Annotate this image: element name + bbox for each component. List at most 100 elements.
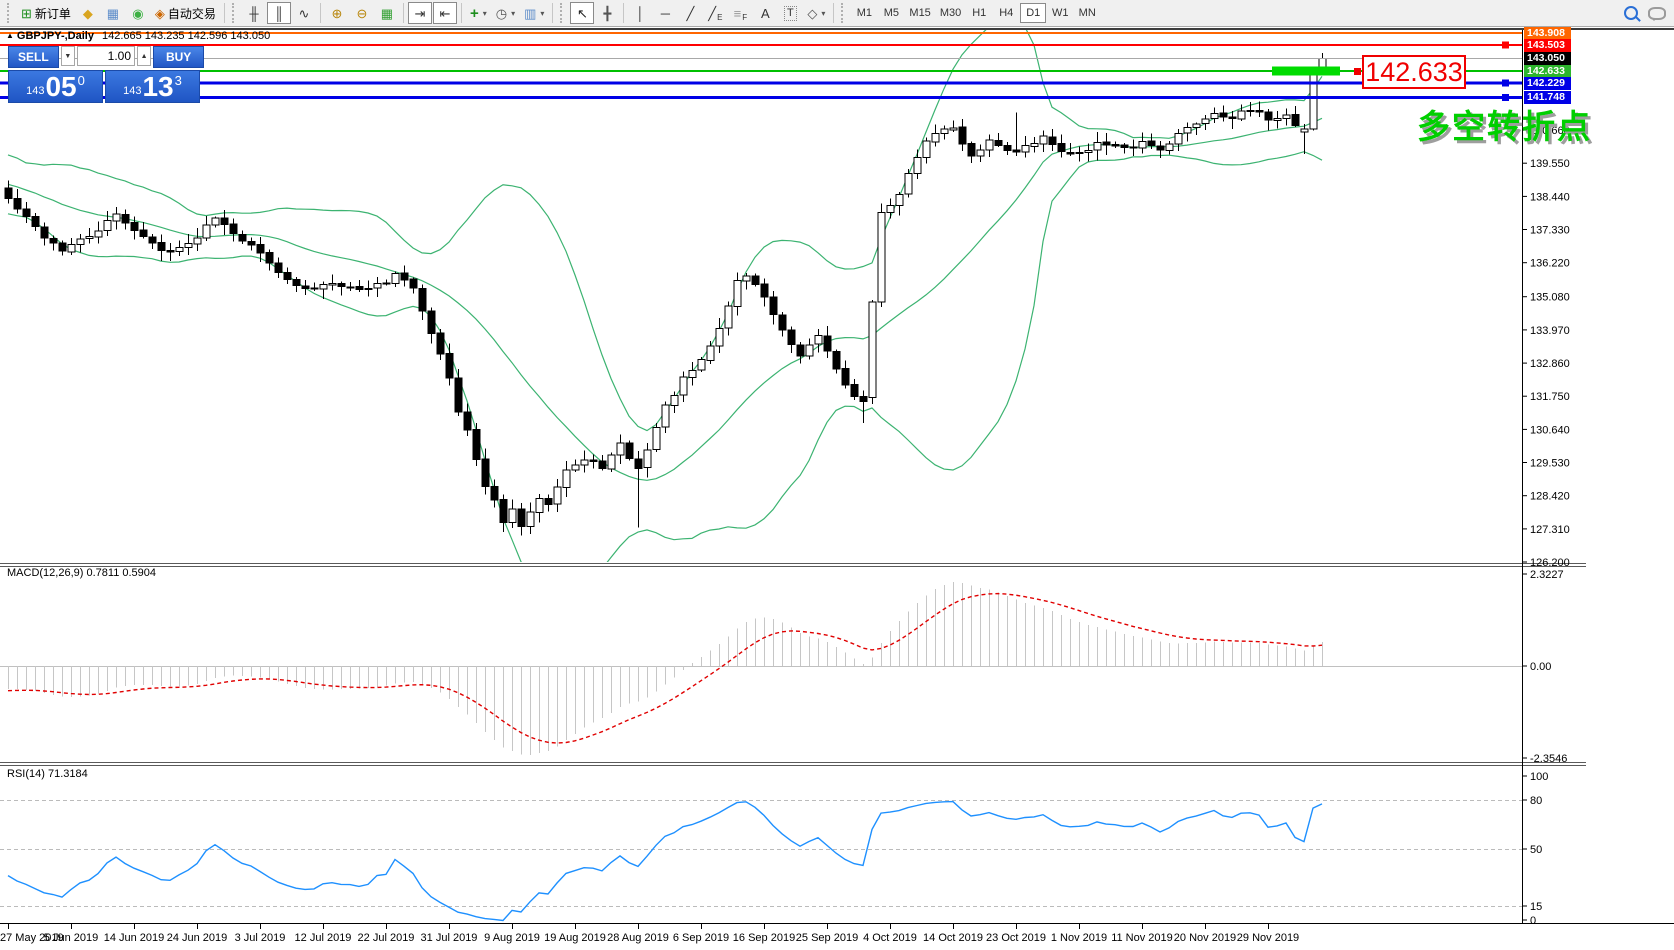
tile-windows-button[interactable]: ▦ bbox=[375, 2, 399, 24]
one-click-trading-panel: SELL ▼ ▲ BUY 143 05 0 143 13 3 bbox=[8, 46, 204, 103]
chart-shift-button[interactable]: ⇤ bbox=[433, 2, 457, 24]
candle bbox=[1220, 113, 1227, 117]
candle bbox=[779, 315, 786, 330]
zoom-in-button[interactable]: ⊕ bbox=[325, 2, 349, 24]
templates-icon: ▥ bbox=[524, 7, 536, 20]
rsi-indicator-label: RSI(14) 71.3184 bbox=[7, 768, 88, 780]
bar-chart-icon: ╫ bbox=[249, 7, 258, 20]
candle bbox=[671, 395, 678, 405]
candle bbox=[275, 263, 282, 273]
candle bbox=[680, 377, 687, 395]
svg-text:25 Sep 2019: 25 Sep 2019 bbox=[796, 932, 858, 944]
timeframe-d1[interactable]: D1 bbox=[1020, 3, 1046, 23]
price-callout-box[interactable]: 142.633 bbox=[1362, 55, 1466, 89]
candle bbox=[131, 223, 138, 231]
templates-button[interactable]: ▥▾ bbox=[520, 2, 548, 24]
macd-axis[interactable]: 2.32270.00-2.3546 bbox=[1522, 569, 1567, 765]
candle bbox=[1283, 115, 1290, 119]
candle bbox=[50, 239, 57, 243]
price-level-chip: 143.050 bbox=[1524, 52, 1571, 65]
volume-up-button[interactable]: ▲ bbox=[137, 46, 151, 66]
candle bbox=[518, 509, 525, 526]
fibonacci-button[interactable]: ≡F bbox=[728, 2, 752, 24]
svg-text:24 Jun 2019: 24 Jun 2019 bbox=[167, 932, 228, 944]
timeframe-m1[interactable]: M1 bbox=[851, 3, 877, 23]
price-axis[interactable]: 140.660139.550138.440137.330136.220135.0… bbox=[1522, 125, 1570, 569]
trend-segment[interactable] bbox=[1272, 67, 1340, 76]
candlestick-button[interactable]: ║ bbox=[267, 2, 291, 24]
horizontal-line-button[interactable]: ─ bbox=[653, 2, 677, 24]
sell-price-display[interactable]: 143 05 0 bbox=[8, 70, 103, 103]
timeframe-h4[interactable]: H4 bbox=[993, 3, 1019, 23]
volume-down-button[interactable]: ▼ bbox=[61, 46, 75, 66]
candle bbox=[509, 509, 516, 523]
icon-subscript: E bbox=[717, 13, 722, 22]
text-button[interactable]: A bbox=[753, 2, 777, 24]
signals-button[interactable]: ◉ bbox=[126, 2, 150, 24]
candle bbox=[500, 499, 507, 522]
timeframe-m30[interactable]: M30 bbox=[936, 3, 965, 23]
text-label-icon: T bbox=[784, 6, 797, 21]
axis-frame bbox=[0, 29, 1674, 924]
search-button[interactable] bbox=[1619, 2, 1643, 24]
timeframe-h1[interactable]: H1 bbox=[966, 3, 992, 23]
cursor-icon: ↖ bbox=[577, 7, 588, 20]
profiles-button[interactable]: ▦ bbox=[101, 2, 125, 24]
buy-price-display[interactable]: 143 13 3 bbox=[105, 70, 200, 103]
candle bbox=[743, 276, 750, 281]
channel-button[interactable]: ╱E bbox=[703, 2, 727, 24]
toolbar-grip[interactable] bbox=[841, 3, 847, 23]
price-level-chip: 142.229 bbox=[1524, 77, 1571, 90]
autotrade-button[interactable]: ◈自动交易 bbox=[151, 2, 220, 24]
shapes-button[interactable]: ◇▾ bbox=[803, 2, 829, 24]
trendline-icon: ╱ bbox=[686, 7, 694, 20]
toolbar-grip[interactable] bbox=[7, 3, 13, 23]
turning-point-label[interactable]: 多空转折点 bbox=[1417, 100, 1592, 148]
sell-button[interactable]: SELL bbox=[8, 46, 59, 68]
candle bbox=[1193, 124, 1200, 127]
candle bbox=[23, 209, 30, 217]
candle bbox=[1049, 137, 1056, 145]
add-indicator-button[interactable]: +▾ bbox=[466, 2, 491, 24]
candle bbox=[221, 218, 228, 225]
toolbar-grip[interactable] bbox=[232, 3, 238, 23]
buy-button[interactable]: BUY bbox=[153, 46, 204, 68]
pane-separators[interactable] bbox=[0, 564, 1586, 766]
candles bbox=[5, 53, 1326, 535]
community-button[interactable] bbox=[1644, 2, 1670, 24]
periods-button[interactable]: ◷▾ bbox=[492, 2, 519, 24]
timeframe-m5[interactable]: M5 bbox=[878, 3, 904, 23]
candle bbox=[1184, 128, 1191, 133]
dropdown-arrow-icon: ▾ bbox=[483, 9, 487, 18]
sell-price-big: 05 bbox=[45, 74, 76, 100]
candle bbox=[869, 302, 876, 398]
toolbar-separator bbox=[461, 3, 462, 23]
toolbar-grip[interactable] bbox=[560, 3, 566, 23]
history-center-button[interactable]: ◆ bbox=[76, 2, 100, 24]
text-label-button[interactable]: T bbox=[778, 2, 802, 24]
zoom-out-button[interactable]: ⊖ bbox=[350, 2, 374, 24]
rsi-axis[interactable]: 1008050150 bbox=[1522, 771, 1548, 927]
volume-input[interactable] bbox=[77, 46, 135, 66]
dropdown-arrow-icon: ▾ bbox=[511, 9, 515, 18]
svg-text:4 Oct 2019: 4 Oct 2019 bbox=[863, 932, 917, 944]
line-chart-button[interactable]: ∿ bbox=[292, 2, 316, 24]
candle bbox=[1301, 129, 1308, 132]
candle bbox=[1103, 142, 1110, 145]
svg-text:2.3227: 2.3227 bbox=[1530, 569, 1564, 581]
timeframe-w1[interactable]: W1 bbox=[1047, 3, 1073, 23]
trendline-button[interactable]: ╱ bbox=[678, 2, 702, 24]
auto-scroll-button[interactable]: ⇥ bbox=[408, 2, 432, 24]
collapse-icon[interactable]: ▲ bbox=[6, 31, 14, 40]
candle bbox=[896, 195, 903, 206]
bar-chart-button[interactable]: ╫ bbox=[242, 2, 266, 24]
new-order-button[interactable]: ⊞新订单 bbox=[17, 2, 75, 24]
time-axis[interactable]: 27 May 20195 Jun 201914 Jun 201924 Jun 2… bbox=[0, 924, 1299, 944]
cursor-button[interactable]: ↖ bbox=[570, 2, 594, 24]
vertical-line-button[interactable]: │ bbox=[628, 2, 652, 24]
timeframe-mn[interactable]: MN bbox=[1074, 3, 1100, 23]
level-handle[interactable] bbox=[1502, 80, 1509, 87]
crosshair-button[interactable]: ╋ bbox=[595, 2, 619, 24]
level-handle[interactable] bbox=[1502, 42, 1509, 49]
timeframe-m15[interactable]: M15 bbox=[905, 3, 934, 23]
